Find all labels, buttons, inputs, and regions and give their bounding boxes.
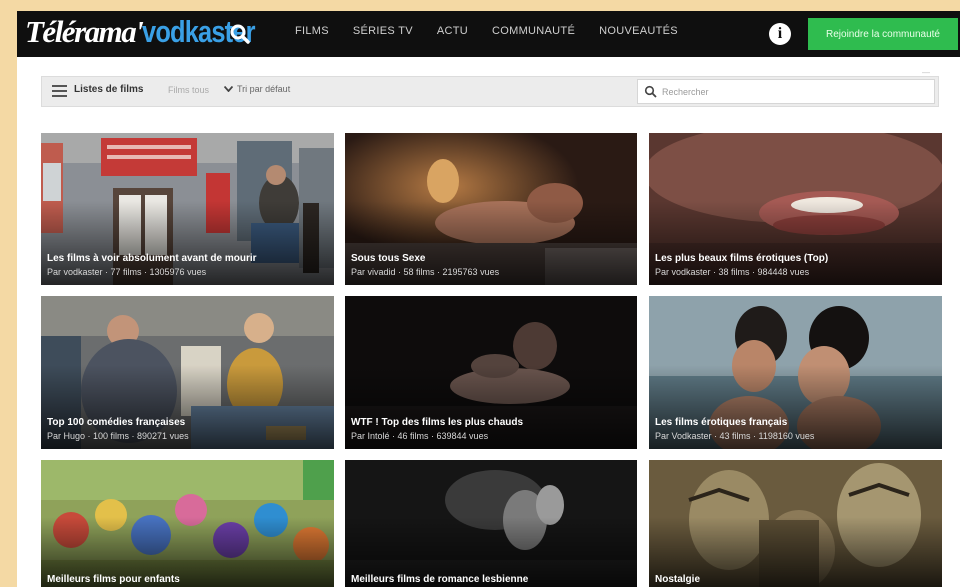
nav-series-tv[interactable]: Séries TV — [353, 25, 413, 37]
nav-nouveautes[interactable]: Nouveautés — [599, 25, 678, 37]
nav-actu[interactable]: Actu — [437, 25, 468, 37]
card-title: Meilleurs films de romance lesbienne — [351, 574, 529, 585]
card-meta: Par vodkaster · 77 films · 1305976 vues — [47, 267, 207, 277]
card-title: Meilleurs films pour enfants — [47, 574, 180, 585]
chevron-down-icon — [224, 86, 233, 92]
card-title: WTF ! Top des films les plus chauds — [351, 417, 524, 428]
list-card[interactable]: Nostalgie — [649, 460, 942, 587]
nav-communaute[interactable]: Communauté — [492, 25, 575, 37]
card-label: WTF ! Top des films les plus chauds Par … — [351, 417, 631, 441]
card-title: Top 100 comédies françaises — [47, 417, 186, 428]
card-title: Les films à voir absolument avant de mou… — [47, 253, 257, 264]
sort-dropdown[interactable]: Tri par défaut — [224, 84, 290, 94]
filter-dropdown[interactable]: Films tous — [168, 85, 209, 95]
list-card[interactable]: Sous tous Sexe Par vivadid · 58 films · … — [345, 133, 637, 285]
list-card[interactable]: Les films érotiques français Par Vodkast… — [649, 296, 942, 449]
card-label: Les films érotiques français Par Vodkast… — [655, 417, 936, 441]
list-card[interactable]: Top 100 comédies françaises Par Hugo · 1… — [41, 296, 334, 449]
card-title: Les plus beaux films érotiques (Top) — [655, 253, 829, 264]
card-title: Nostalgie — [655, 574, 701, 585]
list-card[interactable]: Meilleurs films de romance lesbienne — [345, 460, 637, 587]
card-label: Sous tous Sexe Par vivadid · 58 films · … — [351, 253, 631, 277]
list-icon — [52, 85, 67, 97]
nav-films[interactable]: Films — [295, 25, 329, 37]
card-meta: Par Hugo · 100 films · 890271 vues — [47, 431, 189, 441]
card-title: Sous tous Sexe — [351, 253, 426, 264]
logo-telerama-text: Télérama' — [25, 14, 144, 49]
search-icon — [644, 85, 657, 98]
card-label: Meilleurs films de romance lesbienne — [351, 574, 631, 585]
list-card[interactable]: Les films à voir absolument avant de mou… — [41, 133, 334, 285]
card-label: Top 100 comédies françaises Par Hugo · 1… — [47, 417, 328, 441]
info-icon[interactable]: i — [769, 23, 791, 45]
top-navigation-bar: Télérama' vodkaster Films Séries TV Actu… — [17, 11, 960, 57]
card-meta: Par vodkaster · 38 films · 984448 vues — [655, 267, 810, 277]
card-label: Les plus beaux films érotiques (Top) Par… — [655, 253, 936, 277]
card-meta: Par vivadid · 58 films · 2195763 vues — [351, 267, 500, 277]
join-community-button[interactable]: Rejoindre la communauté — [808, 18, 958, 50]
card-label: Meilleurs films pour enfants — [47, 574, 328, 585]
toolbar-title: Listes de films — [74, 84, 144, 95]
list-card[interactable]: Meilleurs films pour enfants — [41, 460, 334, 587]
card-title: Les films érotiques français — [655, 417, 788, 428]
scroll-indicator: — — [922, 68, 930, 77]
list-card[interactable]: Les plus beaux films érotiques (Top) Par… — [649, 133, 942, 285]
main-nav: Films Séries TV Actu Communauté Nouveaut… — [295, 25, 678, 37]
list-card[interactable]: WTF ! Top des films les plus chauds Par … — [345, 296, 637, 449]
search-icon[interactable] — [229, 23, 251, 45]
sort-label: Tri par défaut — [237, 84, 291, 94]
browser-viewport: Télérama' vodkaster Films Séries TV Actu… — [17, 11, 960, 587]
card-meta: Par Intolé · 46 films · 639844 vues — [351, 431, 489, 441]
search-field[interactable] — [637, 79, 935, 104]
card-meta: Par Vodkaster · 43 films · 1198160 vues — [655, 431, 815, 441]
lists-toolbar: Listes de films Films tous Tri par défau… — [41, 76, 939, 107]
card-label: Nostalgie — [655, 574, 936, 585]
search-input[interactable] — [660, 83, 929, 101]
card-label: Les films à voir absolument avant de mou… — [47, 253, 328, 277]
